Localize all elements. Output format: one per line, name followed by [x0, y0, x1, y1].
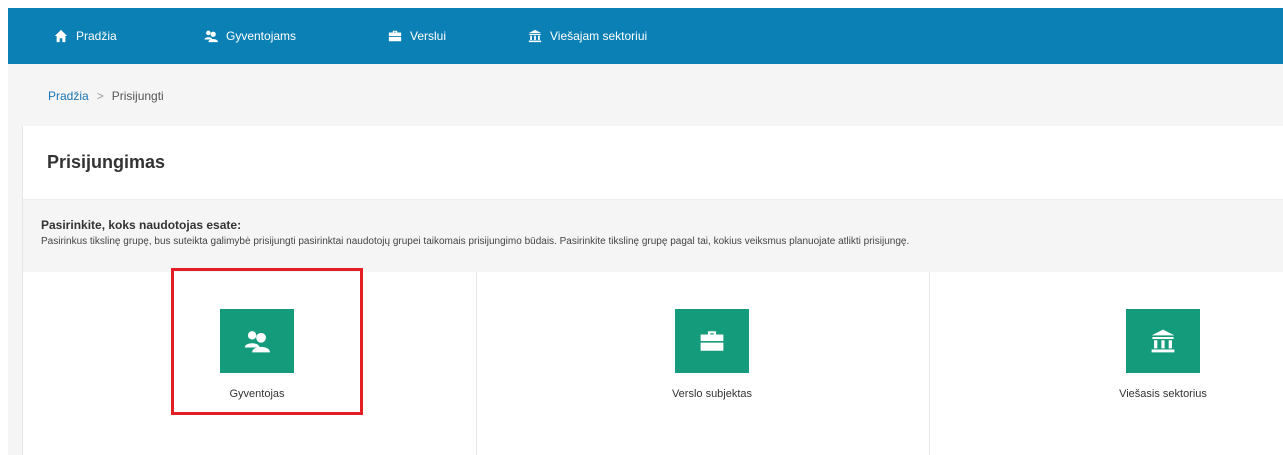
users-icon — [204, 30, 218, 43]
breadcrumb: Pradžia > Prisijungti — [28, 66, 1283, 126]
option-resident[interactable]: Gyventojas — [23, 268, 477, 455]
user-type-options: Gyventojas Verslo subjektas Viešasis sek… — [23, 268, 1283, 455]
login-panel: Prisijungimas Pasirinkite, koks naudotoj… — [22, 126, 1283, 455]
briefcase-icon — [700, 331, 724, 351]
nav-item-label: Viešajam sektoriui — [550, 29, 648, 43]
institution-icon — [1151, 329, 1175, 353]
nav-item-residents[interactable]: Gyventojams — [204, 8, 296, 64]
option-icon-box — [220, 309, 294, 373]
option-icon-box — [675, 309, 749, 373]
option-label: Verslo subjektas — [671, 388, 753, 400]
breadcrumb-current: Prisijungti — [111, 89, 164, 103]
page-title: Prisijungimas — [47, 152, 166, 172]
option-public-sector[interactable]: Viešasis sektorius — [930, 272, 1283, 455]
page-frame: Pradžia Gyventojams Verslui Viešajam sek… — [8, 8, 1283, 455]
breadcrumb-home-link[interactable]: Pradžia — [48, 89, 89, 103]
users-icon — [244, 331, 270, 353]
option-business-entity[interactable]: Verslo subjektas — [477, 272, 930, 455]
option-icon-box — [1126, 309, 1200, 373]
title-row: Prisijungimas — [23, 126, 1283, 200]
intro-text: Pasirinkus tikslinę grupę, bus suteikta … — [41, 236, 910, 247]
nav-item-business[interactable]: Verslui — [388, 8, 446, 64]
briefcase-icon — [388, 30, 402, 42]
intro-section: Pasirinkite, koks naudotojas esate: Pasi… — [23, 200, 1283, 272]
option-label: Gyventojas — [229, 388, 285, 400]
nav-item-label: Gyventojams — [226, 29, 297, 43]
breadcrumb-separator: > — [96, 89, 104, 103]
intro-heading: Pasirinkite, koks naudotojas esate: — [41, 218, 242, 232]
home-icon — [54, 29, 68, 43]
institution-icon — [528, 29, 542, 43]
top-navigation: Pradžia Gyventojams Verslui Viešajam sek… — [8, 8, 1283, 64]
nav-item-label: Pradžia — [76, 29, 117, 43]
option-label: Viešasis sektorius — [1119, 388, 1207, 400]
nav-item-public-sector[interactable]: Viešajam sektoriui — [528, 8, 647, 64]
nav-item-home[interactable]: Pradžia — [54, 8, 117, 64]
nav-item-label: Verslui — [410, 29, 447, 43]
